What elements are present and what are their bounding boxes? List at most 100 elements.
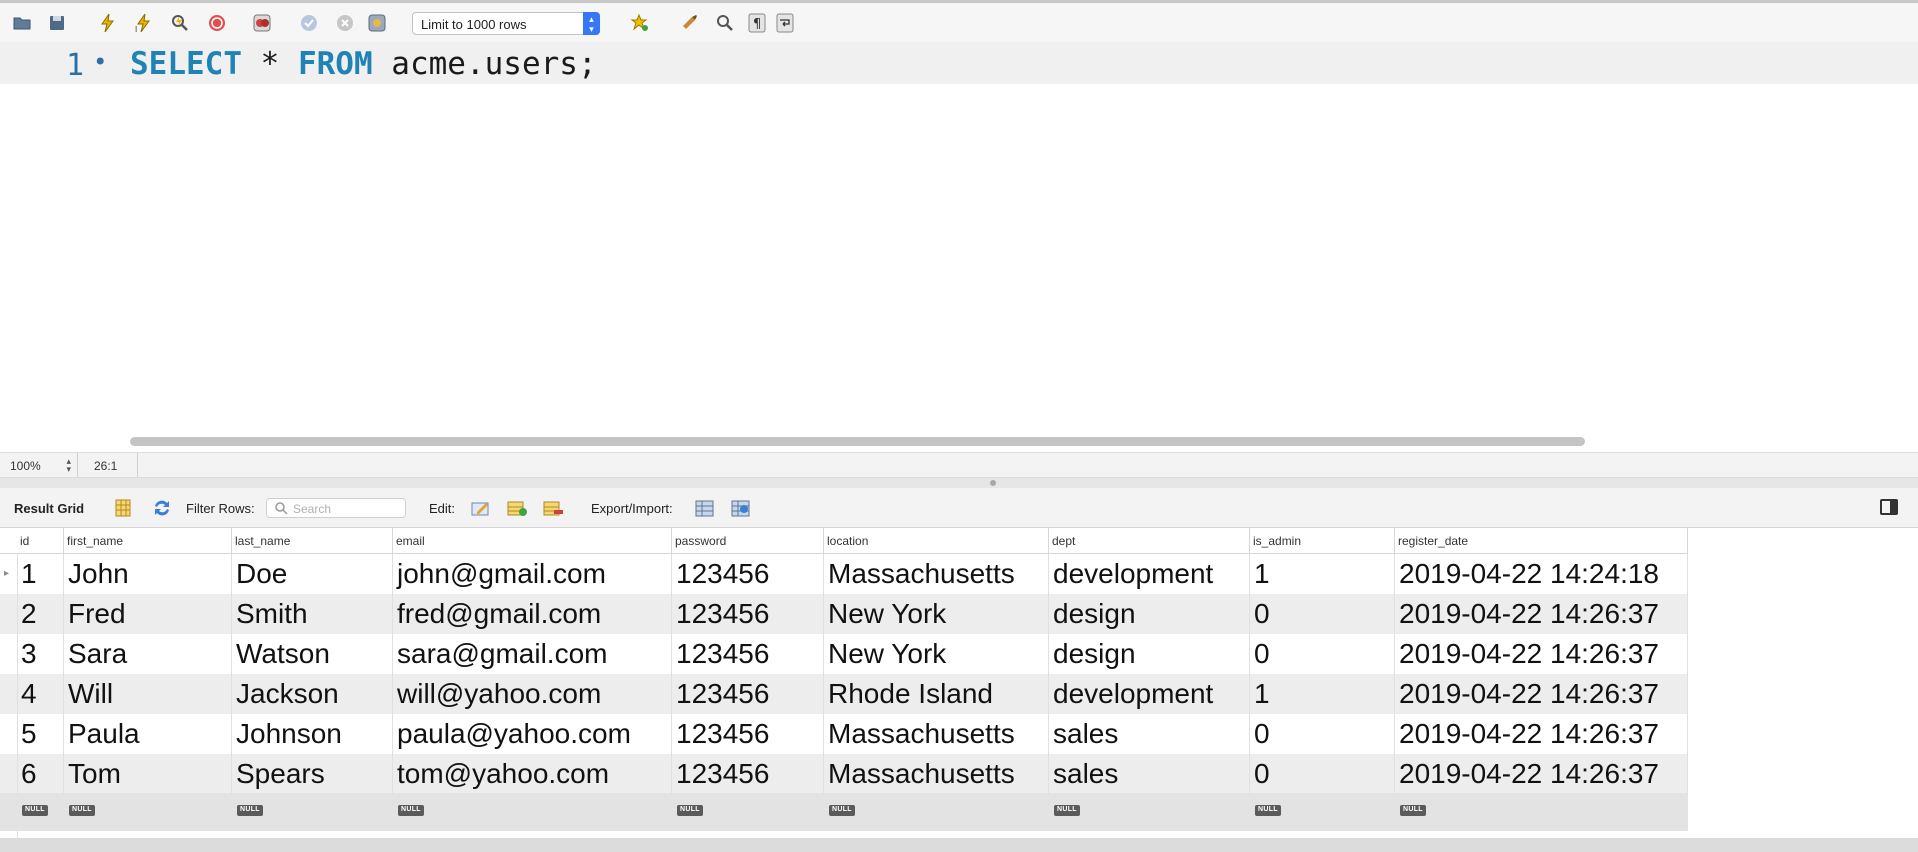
cell-id[interactable]: 6 bbox=[17, 754, 64, 794]
cell-first-name[interactable]: Will bbox=[64, 674, 232, 714]
filter-rows-search-input[interactable]: Search bbox=[266, 498, 406, 518]
cell-id[interactable]: 2 bbox=[17, 594, 64, 634]
splitter-handle-icon[interactable] bbox=[990, 480, 996, 486]
column-header-is-admin[interactable]: is_admin bbox=[1250, 528, 1395, 554]
cell-email[interactable]: tom@yahoo.com bbox=[393, 754, 672, 794]
column-header-password[interactable]: password bbox=[672, 528, 824, 554]
table-row[interactable]: 2 Fred Smith fred@gmail.com 123456 New York de… bbox=[0, 594, 1688, 634]
cell-id[interactable]: 4 bbox=[17, 674, 64, 714]
cell-last-name[interactable]: Watson bbox=[232, 634, 393, 674]
sql-statement[interactable]: SELECT * FROM acme.users; bbox=[130, 46, 597, 82]
table-row[interactable]: 6 Tom Spears tom@yahoo.com 123456 Massachuset… bbox=[0, 754, 1688, 794]
cell-first-name[interactable]: Sara bbox=[64, 634, 232, 674]
invisible-chars-button[interactable]: ¶ bbox=[745, 11, 769, 35]
editor-horizontal-scrollbar[interactable] bbox=[130, 437, 1585, 446]
cell-last-name[interactable]: Smith bbox=[232, 594, 393, 634]
cell-is-admin[interactable]: 0 bbox=[1250, 634, 1395, 674]
cell-password[interactable]: 123456 bbox=[672, 674, 824, 714]
rollback-button[interactable] bbox=[333, 11, 357, 35]
cell-first-name[interactable]: John bbox=[64, 554, 232, 594]
wrap-lines-button[interactable] bbox=[773, 11, 797, 35]
cell-register-date[interactable]: 2019-04-22 14:26:37 bbox=[1395, 714, 1688, 754]
cell-id[interactable]: 1 bbox=[17, 554, 64, 594]
execute-button[interactable] bbox=[96, 11, 120, 35]
cell-is-admin[interactable]: 0 bbox=[1250, 754, 1395, 794]
execute-current-button[interactable]: I bbox=[132, 11, 156, 35]
pane-splitter[interactable] bbox=[0, 478, 1918, 488]
cell-last-name[interactable]: Jackson bbox=[232, 674, 393, 714]
column-header-id[interactable]: id bbox=[17, 528, 64, 554]
edit-row-button[interactable] bbox=[470, 498, 492, 518]
zoom-stepper[interactable]: 100% ▴ ▾ bbox=[0, 453, 78, 477]
column-header-location[interactable]: location bbox=[824, 528, 1049, 554]
cell-last-name[interactable]: Doe bbox=[232, 554, 393, 594]
cell-dept[interactable]: development bbox=[1049, 674, 1250, 714]
toggle-error-button[interactable] bbox=[250, 11, 274, 35]
cell-password[interactable]: 123456 bbox=[672, 714, 824, 754]
cell-password[interactable]: 123456 bbox=[672, 594, 824, 634]
cell-register-date[interactable]: 2019-04-22 14:26:37 bbox=[1395, 634, 1688, 674]
result-grid-tab[interactable]: Result Grid bbox=[14, 501, 84, 516]
cell-last-name[interactable]: Johnson bbox=[232, 714, 393, 754]
cell-register-date[interactable]: 2019-04-22 14:26:37 bbox=[1395, 674, 1688, 714]
cell-first-name[interactable]: Fred bbox=[64, 594, 232, 634]
table-row[interactable]: ▸ 1 John Doe john@gmail.com 123456 Massachuset… bbox=[0, 554, 1688, 594]
cell-first-name[interactable]: Tom bbox=[64, 754, 232, 794]
cell-email[interactable]: paula@yahoo.com bbox=[393, 714, 672, 754]
table-row[interactable]: 4 Will Jackson will@yahoo.com 123456 Rhode Is… bbox=[0, 674, 1688, 714]
cell-location[interactable]: Massachusetts bbox=[824, 554, 1049, 594]
cell-location[interactable]: New York bbox=[824, 634, 1049, 674]
grid-view-button[interactable] bbox=[112, 498, 134, 518]
sql-editor[interactable]: 1 • SELECT * FROM acme.users; bbox=[0, 42, 1918, 446]
cell-is-admin[interactable]: 0 bbox=[1250, 714, 1395, 754]
column-header-first-name[interactable]: first_name bbox=[64, 528, 232, 554]
stop-button[interactable] bbox=[205, 11, 229, 35]
cell-location[interactable]: Rhode Island bbox=[824, 674, 1049, 714]
cell-email[interactable]: john@gmail.com bbox=[393, 554, 672, 594]
cell-email[interactable]: fred@gmail.com bbox=[393, 594, 672, 634]
beautify-button[interactable] bbox=[678, 11, 702, 35]
cell-register-date[interactable]: 2019-04-22 14:26:37 bbox=[1395, 594, 1688, 634]
new-row-placeholder[interactable]: NULL NULL NULL NULL NULL NULL NULL NULL … bbox=[0, 793, 1688, 831]
column-header-register-date[interactable]: register_date bbox=[1395, 528, 1688, 554]
stepper-icon[interactable]: ▴ ▾ bbox=[66, 457, 71, 474]
cell-first-name[interactable]: Paula bbox=[64, 714, 232, 754]
cell-is-admin[interactable]: 1 bbox=[1250, 554, 1395, 594]
delete-row-button[interactable] bbox=[542, 498, 564, 518]
cell-dept[interactable]: design bbox=[1049, 634, 1250, 674]
find-button[interactable] bbox=[713, 11, 737, 35]
save-button[interactable] bbox=[45, 11, 69, 35]
insert-row-button[interactable] bbox=[506, 498, 528, 518]
cell-password[interactable]: 123456 bbox=[672, 554, 824, 594]
cell-id[interactable]: 5 bbox=[17, 714, 64, 754]
cell-password[interactable]: 123456 bbox=[672, 754, 824, 794]
explain-button[interactable] bbox=[168, 11, 192, 35]
cell-location[interactable]: Massachusetts bbox=[824, 714, 1049, 754]
cell-location[interactable]: Massachusetts bbox=[824, 754, 1049, 794]
export-button[interactable] bbox=[694, 498, 716, 518]
cell-dept[interactable]: development bbox=[1049, 554, 1250, 594]
cell-last-name[interactable]: Spears bbox=[232, 754, 393, 794]
column-header-email[interactable]: email bbox=[393, 528, 672, 554]
cell-password[interactable]: 123456 bbox=[672, 634, 824, 674]
cell-email[interactable]: sara@gmail.com bbox=[393, 634, 672, 674]
cell-dept[interactable]: design bbox=[1049, 594, 1250, 634]
column-header-dept[interactable]: dept bbox=[1049, 528, 1250, 554]
cell-register-date[interactable]: 2019-04-22 14:26:37 bbox=[1395, 754, 1688, 794]
cell-register-date[interactable]: 2019-04-22 14:24:18 bbox=[1395, 554, 1688, 594]
limit-rows-select[interactable]: Limit to 1000 rows ▴ ▾ bbox=[412, 12, 600, 35]
cell-email[interactable]: will@yahoo.com bbox=[393, 674, 672, 714]
cell-dept[interactable]: sales bbox=[1049, 714, 1250, 754]
cell-dept[interactable]: sales bbox=[1049, 754, 1250, 794]
table-row[interactable]: 5 Paula Johnson paula@yahoo.com 123456 Massac… bbox=[0, 714, 1688, 754]
commit-button[interactable] bbox=[297, 11, 321, 35]
cell-is-admin[interactable]: 1 bbox=[1250, 674, 1395, 714]
cell-is-admin[interactable]: 0 bbox=[1250, 594, 1395, 634]
autocommit-button[interactable] bbox=[365, 11, 389, 35]
refresh-button[interactable] bbox=[151, 498, 173, 518]
cell-location[interactable]: New York bbox=[824, 594, 1049, 634]
cell-id[interactable]: 3 bbox=[17, 634, 64, 674]
table-row[interactable]: 3 Sara Watson sara@gmail.com 123456 New York d… bbox=[0, 634, 1688, 674]
add-snippet-button[interactable] bbox=[628, 11, 652, 35]
toggle-side-panel-icon[interactable] bbox=[1880, 499, 1898, 515]
